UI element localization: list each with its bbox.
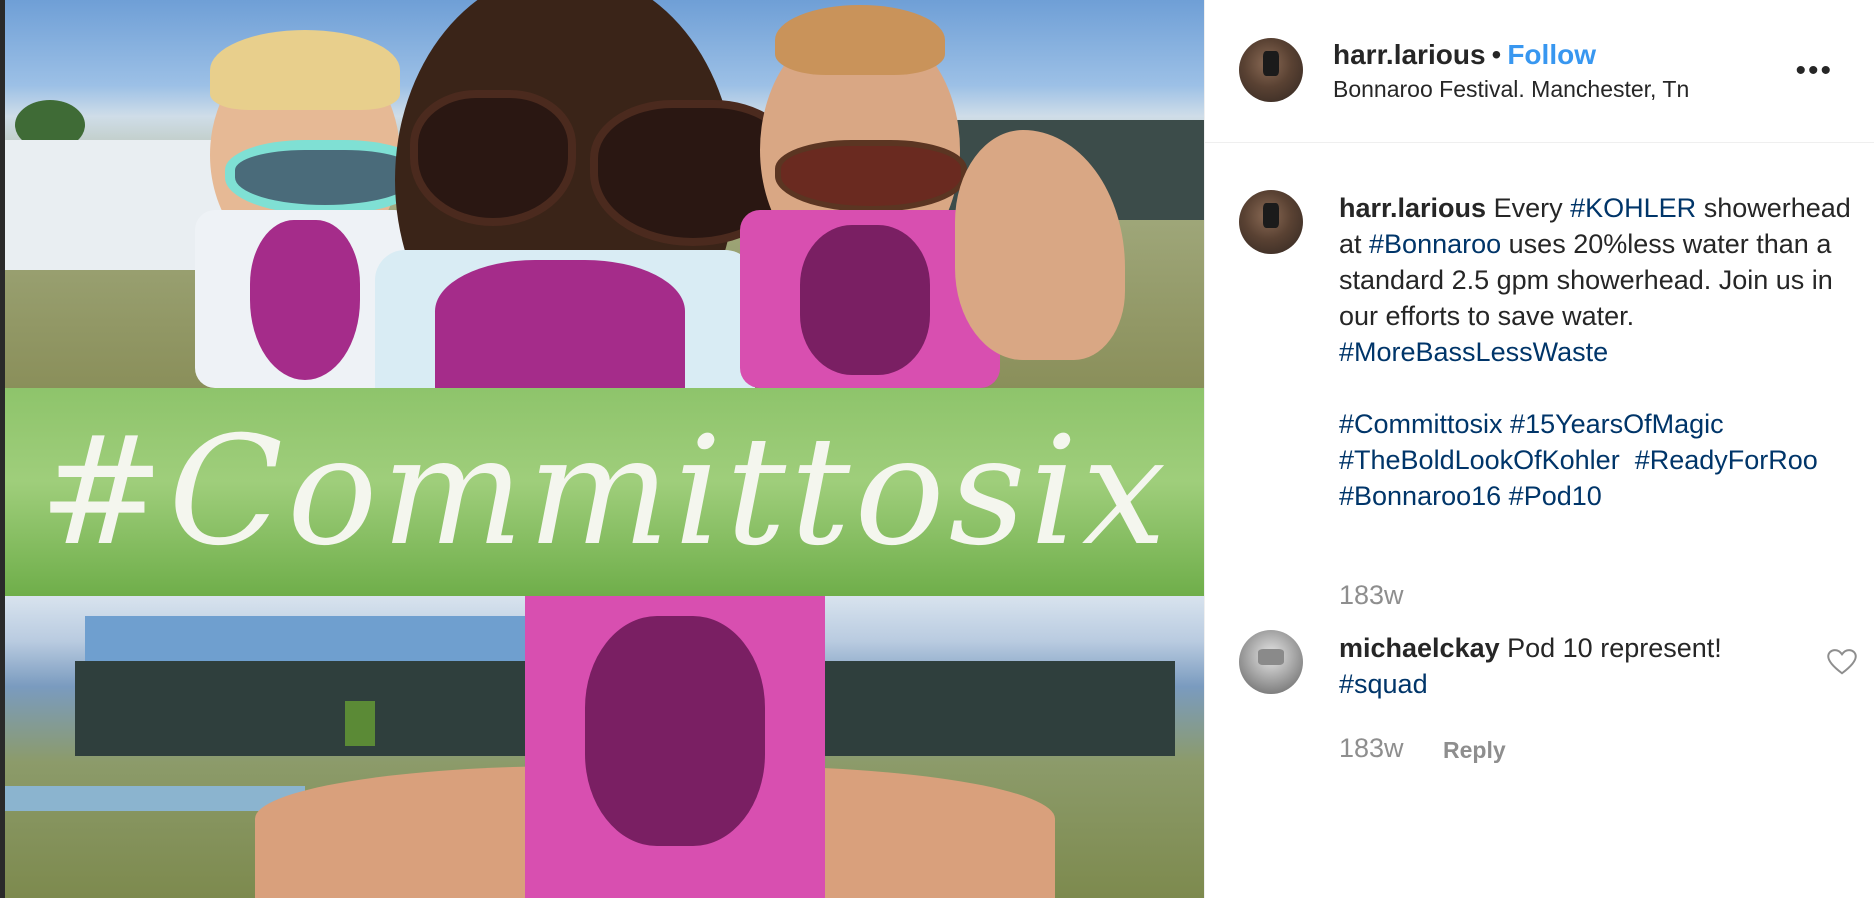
heart-icon[interactable] xyxy=(1827,648,1857,676)
author-line: harr.larious • Follow xyxy=(1333,38,1596,72)
photo-overlay-text: #Committosix xyxy=(38,405,1171,579)
caption-timestamp[interactable]: 183w xyxy=(1339,580,1404,611)
photo-panel-bottom xyxy=(5,596,1204,898)
post-location[interactable]: Bonnaroo Festival. Manchester, Tn xyxy=(1333,74,1689,104)
comment-timestamp[interactable]: 183w xyxy=(1339,733,1404,764)
hashtag-link[interactable]: #TheBoldLookOfKohler xyxy=(1339,445,1620,475)
post-photo[interactable]: #Committosix xyxy=(0,0,1204,898)
comment-text: Pod 10 represent! xyxy=(1499,633,1722,663)
hashtag-link[interactable]: #ReadyForRoo xyxy=(1635,445,1818,475)
follow-button[interactable]: Follow xyxy=(1507,39,1596,70)
author-avatar[interactable] xyxy=(1239,38,1303,102)
hashtag-link[interactable]: #15YearsOfMagic xyxy=(1510,409,1724,439)
photo-panel-banner: #Committosix xyxy=(5,388,1204,596)
separator-dot: • xyxy=(1491,39,1502,70)
caption-author-avatar[interactable] xyxy=(1239,190,1303,254)
commenter-avatar[interactable] xyxy=(1239,630,1303,694)
post-header: harr.larious • Follow Bonnaroo Festival. M… xyxy=(1205,0,1874,143)
reply-button[interactable]: Reply xyxy=(1443,737,1506,764)
hashtag-link[interactable]: #Pod10 xyxy=(1509,481,1602,511)
post-sidebar: harr.larious • Follow Bonnaroo Festival. M… xyxy=(1204,0,1874,898)
commenter-username[interactable]: michaelckay xyxy=(1339,633,1500,663)
hashtag-link[interactable]: #Committosix xyxy=(1339,409,1503,439)
photo-panel-top xyxy=(5,0,1204,388)
hashtag-link[interactable]: #MoreBassLessWaste xyxy=(1339,337,1608,367)
hashtag-link[interactable]: #KOHLER xyxy=(1570,193,1696,223)
caption-text: Every xyxy=(1493,193,1571,223)
person-middle-sunglasses-left xyxy=(410,90,576,226)
more-options-icon[interactable]: ••• xyxy=(1795,56,1833,86)
caption-username[interactable]: harr.larious xyxy=(1339,193,1486,223)
post-caption: harr.larious Every #KOHLER showerhead at… xyxy=(1339,190,1859,514)
hashtag-link[interactable]: #Bonnaroo16 xyxy=(1339,481,1501,511)
picnic-table xyxy=(5,786,305,811)
person-right-sunglasses xyxy=(775,140,967,212)
comment-item: michaelckay Pod 10 represent! #squad xyxy=(1339,630,1759,702)
person-bottom-bandana xyxy=(525,596,825,898)
hashtag-link[interactable]: #Bonnaroo xyxy=(1369,229,1501,259)
person-right-hair xyxy=(775,5,945,75)
hashtag-link[interactable]: #squad xyxy=(1339,669,1428,699)
author-username[interactable]: harr.larious xyxy=(1333,39,1486,70)
person-middle-bandana xyxy=(375,250,755,388)
green-barrel xyxy=(345,701,375,746)
person-left-hair xyxy=(210,30,400,110)
